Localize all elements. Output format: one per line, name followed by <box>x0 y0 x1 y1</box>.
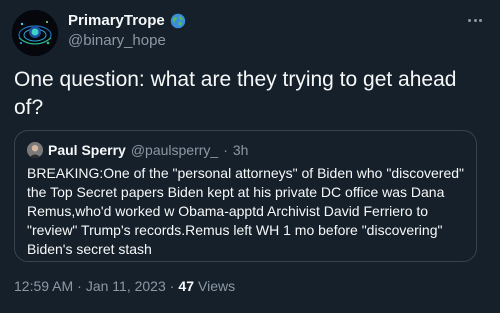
quoted-display-name: Paul Sperry <box>48 142 126 158</box>
tweet-time[interactable]: 12:59 AM <box>14 278 73 294</box>
globe-icon <box>170 13 186 29</box>
quoted-handle: @paulsperry_ <box>130 142 219 158</box>
author-name-row: PrimaryTrope <box>68 12 186 29</box>
author-handle[interactable]: @binary_hope <box>68 32 166 49</box>
avatar-image <box>12 10 58 56</box>
tweet-meta: 12:59 AM · Jan 11, 2023 · 47 Views <box>14 278 235 294</box>
quoted-avatar <box>27 142 43 158</box>
quoted-separator: · <box>223 142 228 158</box>
tweet-text: One question: what are they trying to ge… <box>14 68 457 119</box>
author-display-name[interactable]: PrimaryTrope <box>68 12 165 29</box>
quoted-tweet-header: Paul Sperry @paulsperry_ · 3h <box>27 142 248 158</box>
tweet: PrimaryTrope @binary_hope One question: … <box>0 0 500 313</box>
tweet-date[interactable]: Jan 11, 2023 <box>86 278 166 294</box>
views-label: Views <box>198 278 236 294</box>
meta-separator: · <box>77 278 82 294</box>
meta-separator: · <box>169 278 175 294</box>
avatar[interactable] <box>12 10 58 56</box>
quoted-tweet-text: BREAKING:One of the "personal attorneys"… <box>27 165 464 257</box>
quoted-timestamp: 3h <box>232 142 249 158</box>
views-count: 47 <box>178 278 194 294</box>
more-options-icon[interactable] <box>464 12 486 28</box>
quoted-tweet[interactable]: Paul Sperry @paulsperry_ · 3h BREAKING:O… <box>14 130 477 262</box>
